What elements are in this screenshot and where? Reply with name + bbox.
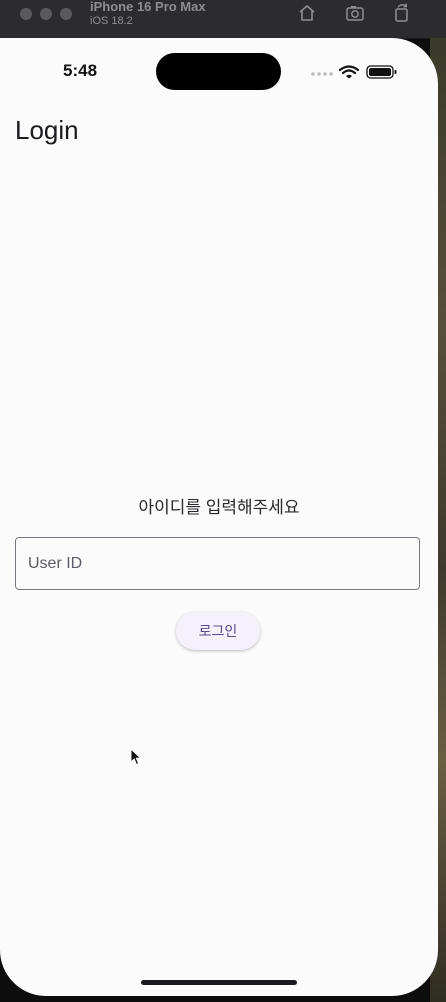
zoom-window-button[interactable]: [60, 8, 72, 20]
minimize-window-button[interactable]: [40, 8, 52, 20]
home-icon[interactable]: [297, 3, 317, 23]
status-time: 5:48: [63, 61, 98, 80]
simulator-titlebar: iPhone 16 Pro Max iOS 18.2: [0, 0, 446, 39]
wifi-icon: [338, 65, 360, 79]
phone-screen: 5:48 Login 아이디를 입력해주세요 로그인: [0, 38, 438, 996]
simulator-os-version: iOS 18.2: [90, 15, 133, 27]
dynamic-island: [156, 53, 281, 90]
simulator-device-name: iPhone 16 Pro Max: [90, 0, 206, 14]
cellular-icon: [311, 72, 333, 76]
page-title: Login: [15, 115, 79, 145]
user-id-input[interactable]: [16, 538, 419, 589]
mouse-pointer-icon: [130, 748, 142, 766]
battery-icon: [366, 65, 397, 79]
login-button-label: 로그인: [198, 623, 238, 639]
rotate-icon[interactable]: [392, 3, 412, 23]
login-button[interactable]: 로그인: [176, 612, 260, 650]
user-id-field[interactable]: [15, 537, 420, 590]
screenshot-icon[interactable]: [345, 3, 365, 23]
status-icons: [311, 65, 397, 79]
user-id-prompt: 아이디를 입력해주세요: [138, 498, 300, 517]
close-window-button[interactable]: [20, 8, 32, 20]
home-indicator[interactable]: [141, 980, 297, 985]
